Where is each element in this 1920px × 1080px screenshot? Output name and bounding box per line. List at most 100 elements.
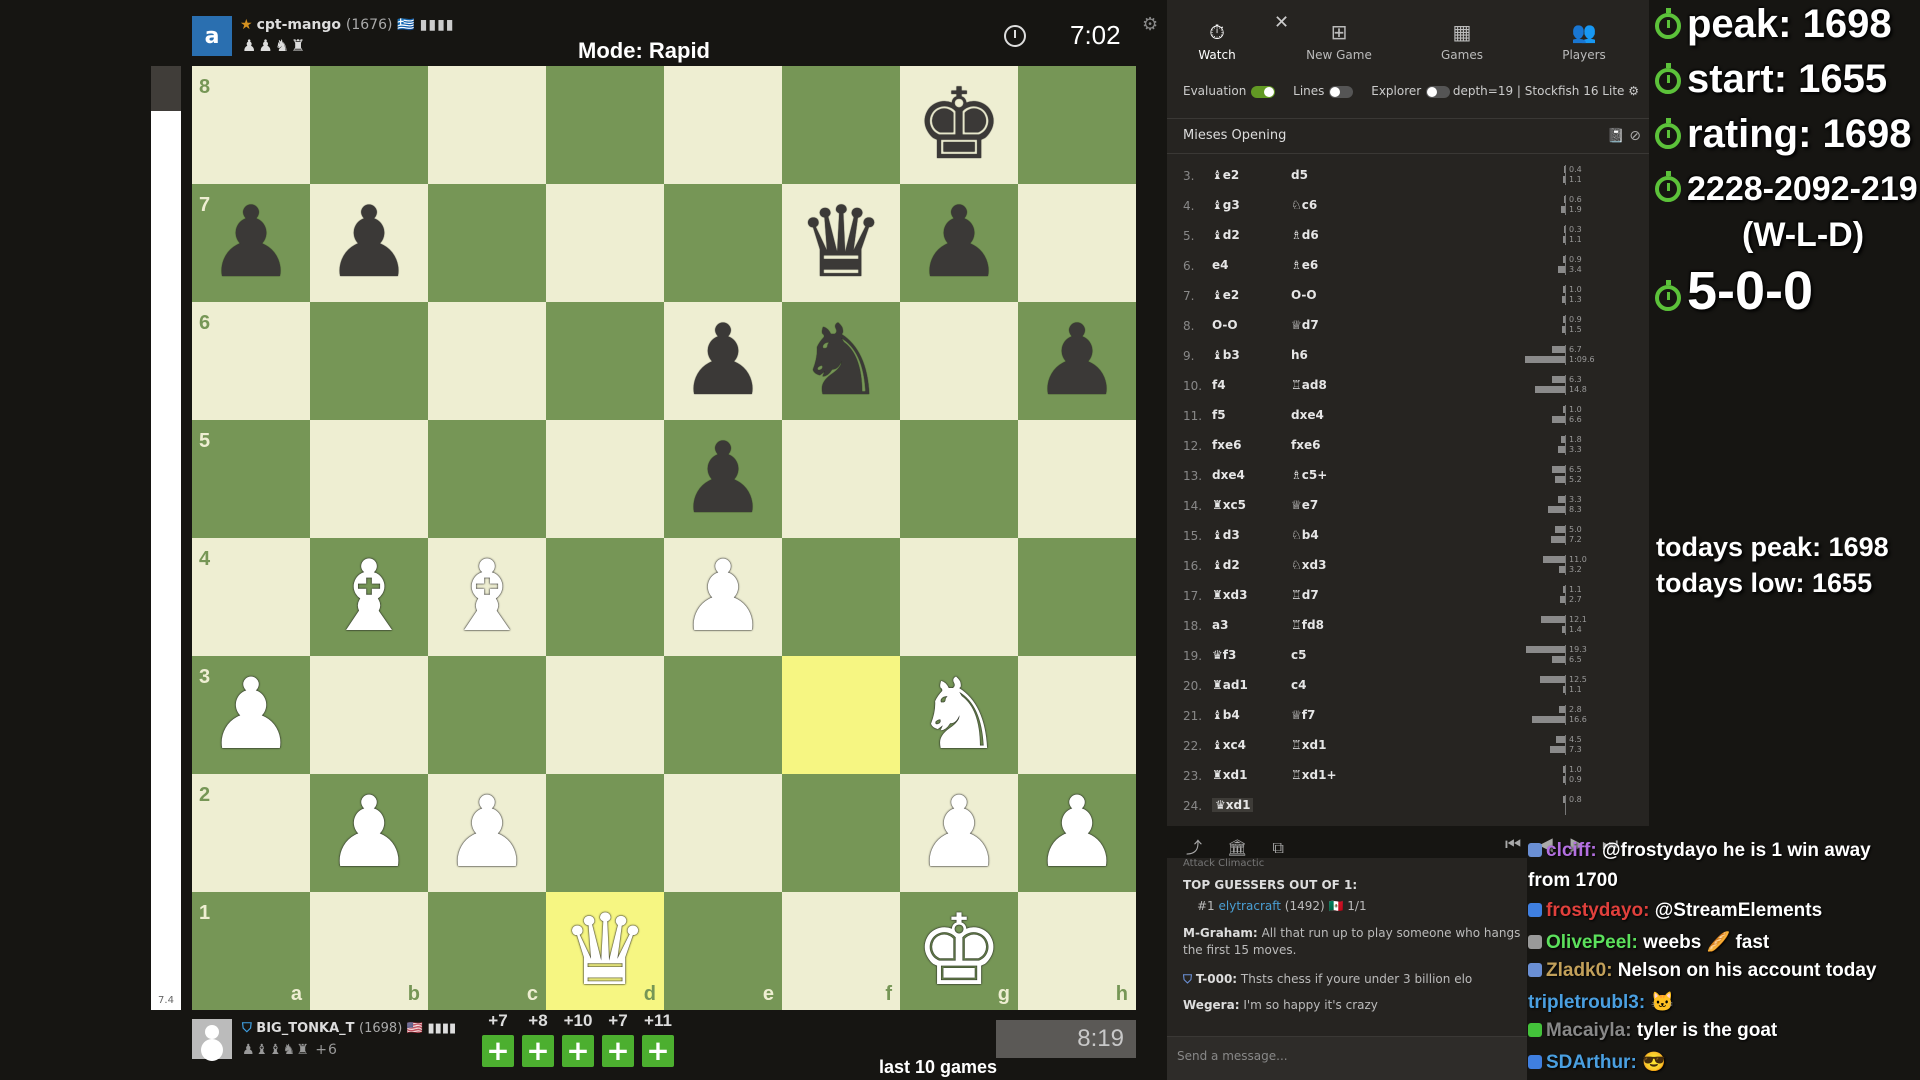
square-f5[interactable] [782, 420, 900, 538]
square-g1[interactable]: g ♚ [900, 892, 1018, 1010]
square-h8[interactable] [1018, 66, 1136, 184]
square-d3[interactable] [546, 656, 664, 774]
black-move[interactable]: ♖fd8 [1291, 618, 1324, 632]
white-move[interactable]: ♛f3 [1212, 648, 1236, 662]
black-pawn-icon[interactable]: ♟ [679, 312, 767, 410]
square-f1[interactable]: f [782, 892, 900, 1010]
square-e1[interactable]: e [664, 892, 782, 1010]
chat-input[interactable]: Send a message... [1167, 1036, 1527, 1080]
black-move[interactable]: d5 [1291, 168, 1308, 182]
white-move[interactable]: ♝e2 [1212, 168, 1239, 182]
square-c3[interactable] [428, 656, 546, 774]
white-king-icon[interactable]: ♚ [915, 902, 1003, 1000]
black-move[interactable]: ♕e7 [1291, 498, 1318, 512]
black-move[interactable]: h6 [1291, 348, 1308, 362]
square-g6[interactable] [900, 302, 1018, 420]
square-c1[interactable]: c [428, 892, 546, 1010]
square-b5[interactable] [310, 420, 428, 538]
black-move[interactable]: ♖xd1 [1291, 738, 1326, 752]
top-player-name[interactable]: cpt-mango [257, 17, 341, 33]
black-knight-icon[interactable]: ♞ [797, 312, 885, 410]
white-move[interactable]: ♜xc5 [1212, 498, 1246, 512]
square-a6[interactable]: 6 [192, 302, 310, 420]
square-d8[interactable] [546, 66, 664, 184]
white-move[interactable]: f4 [1212, 378, 1226, 392]
square-h5[interactable] [1018, 420, 1136, 538]
chess-board[interactable]: 8 ♚ 7 ♟ ♟ ♛ ♟ 6 ♟ ♞ ♟ 5 ♟ 4 ♝ ♝ ♟ 3 ♟ ♞ 2 ♟ ♟ ♟ ♟ 1 a b c d ♛ e f g ♚ h [192, 66, 1136, 1010]
square-f8[interactable] [782, 66, 900, 184]
square-h4[interactable] [1018, 538, 1136, 656]
black-move[interactable]: ♗c5+ [1291, 468, 1327, 482]
close-icon[interactable]: ✕ [1274, 12, 1289, 33]
black-pawn-icon[interactable]: ♟ [325, 194, 413, 292]
square-a2[interactable]: 2 [192, 774, 310, 892]
square-f4[interactable] [782, 538, 900, 656]
black-move[interactable]: O-O [1291, 288, 1317, 302]
black-king-icon[interactable]: ♚ [915, 76, 1003, 174]
white-bishop-icon[interactable]: ♝ [325, 548, 413, 646]
square-e8[interactable] [664, 66, 782, 184]
bottom-player-name[interactable]: BIG_TONKA_T [256, 1021, 354, 1036]
black-move[interactable]: ♗d6 [1291, 228, 1319, 242]
chat-username[interactable]: T-000: [1196, 972, 1237, 986]
square-b2[interactable]: ♟ [310, 774, 428, 892]
tab-watch[interactable]: ⏱ Watch [1167, 20, 1267, 62]
white-knight-icon[interactable]: ♞ [915, 666, 1003, 764]
square-b1[interactable]: b [310, 892, 428, 1010]
black-pawn-icon[interactable]: ♟ [915, 194, 1003, 292]
black-move[interactable]: ♘xd3 [1291, 558, 1326, 572]
white-move[interactable]: O-O [1212, 318, 1238, 332]
stream-chat-username[interactable]: OlivePeel: [1546, 932, 1638, 953]
square-e3[interactable] [664, 656, 782, 774]
black-move[interactable]: ♘c6 [1291, 198, 1317, 212]
white-move[interactable]: ♝d2 [1212, 558, 1240, 572]
square-g8[interactable]: ♚ [900, 66, 1018, 184]
white-move[interactable]: ♝e2 [1212, 288, 1239, 302]
black-move[interactable]: ♖ad8 [1291, 378, 1327, 392]
top-player-info[interactable]: ★ cpt-mango (1676) 🇬🇷 ▮▮▮▮ [240, 17, 454, 33]
white-move[interactable]: ♜xd3 [1212, 588, 1247, 602]
tab-games[interactable]: ▦ Games [1412, 20, 1512, 62]
white-pawn-icon[interactable]: ♟ [915, 784, 1003, 882]
square-d6[interactable] [546, 302, 664, 420]
white-move[interactable]: e4 [1212, 258, 1229, 272]
black-move[interactable]: ♕f7 [1291, 708, 1315, 722]
engine-info[interactable]: depth=19 | Stockfish 16 Lite ⚙ [1453, 84, 1639, 98]
white-move[interactable]: f5 [1212, 408, 1226, 422]
square-e2[interactable] [664, 774, 782, 892]
square-f6[interactable]: ♞ [782, 302, 900, 420]
white-pawn-icon[interactable]: ♟ [679, 548, 767, 646]
tab-players[interactable]: 👥 Players [1534, 20, 1634, 62]
stream-chat-username[interactable]: SDArthur: [1546, 1052, 1637, 1073]
square-f7[interactable]: ♛ [782, 184, 900, 302]
square-c2[interactable]: ♟ [428, 774, 546, 892]
square-h7[interactable] [1018, 184, 1136, 302]
square-a4[interactable]: 4 [192, 538, 310, 656]
square-a3[interactable]: 3 ♟ [192, 656, 310, 774]
white-move[interactable]: ♛xd1 [1212, 798, 1254, 812]
black-pawn-icon[interactable]: ♟ [679, 430, 767, 528]
square-d4[interactable] [546, 538, 664, 656]
black-move[interactable]: dxe4 [1291, 408, 1324, 422]
square-d5[interactable] [546, 420, 664, 538]
square-b4[interactable]: ♝ [310, 538, 428, 656]
stream-chat-username[interactable]: tripletroubl3: [1528, 992, 1645, 1013]
square-g7[interactable]: ♟ [900, 184, 1018, 302]
square-h1[interactable]: h [1018, 892, 1136, 1010]
book-icon[interactable]: 📓 ⊘ [1607, 128, 1641, 144]
black-move[interactable]: ♖d7 [1291, 588, 1319, 602]
white-pawn-icon[interactable]: ♟ [325, 784, 413, 882]
white-queen-icon[interactable]: ♛ [561, 902, 649, 1000]
black-move[interactable]: ♘b4 [1291, 528, 1319, 542]
black-move[interactable]: ♕d7 [1291, 318, 1319, 332]
square-g4[interactable] [900, 538, 1018, 656]
share-icons[interactable]: ⤴ 🏛 ⧉ [1186, 834, 1294, 858]
square-g2[interactable]: ♟ [900, 774, 1018, 892]
square-c7[interactable] [428, 184, 546, 302]
white-pawn-icon[interactable]: ♟ [1033, 784, 1121, 882]
tab-new-game[interactable]: ⊞ New Game [1289, 20, 1389, 62]
square-h2[interactable]: ♟ [1018, 774, 1136, 892]
square-b6[interactable] [310, 302, 428, 420]
stream-chat-username[interactable]: Macaiyla: [1546, 1020, 1632, 1041]
explorer-toggle[interactable] [1426, 85, 1451, 98]
